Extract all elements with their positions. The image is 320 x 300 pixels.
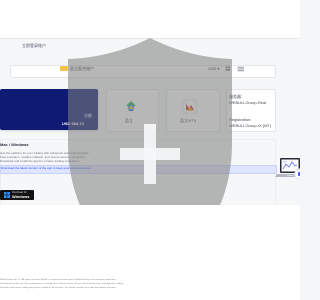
laptop-illustration-icon (275, 158, 300, 180)
account-badge-icon (60, 66, 68, 71)
balance-value: USD 984.74 (62, 121, 84, 126)
footer-line-2: Investments involve risk. Past performan… (0, 283, 124, 285)
server-line-4: WEBULLGroup-IX (MT) (229, 123, 272, 128)
download-description-3: Download and install the app for a bette… (0, 159, 81, 163)
footer-line-3: Securities and futures trading may not b… (0, 287, 117, 289)
server-line-3: Registration: (229, 117, 252, 122)
list-view-icon[interactable] (237, 66, 245, 72)
currency-select[interactable]: USD ▾ (208, 66, 220, 71)
download-section-title: Mac / Windows (0, 142, 29, 147)
account-path-label[interactable]: 盈立复合账户 (70, 66, 94, 72)
footer (0, 205, 300, 300)
webull-app-icon[interactable] (123, 99, 139, 115)
mt5-app-icon[interactable] (182, 99, 198, 115)
app-page: 立即登录账户 盈立复合账户 USD ▾ 总额 USD 984.74 盈立 盈立M… (0, 0, 300, 300)
download-notice-link[interactable]: Download the latest version of the app t… (1, 166, 91, 170)
balance-label: 总额 (84, 113, 92, 118)
server-line-2: WEBULLGroup-Real (229, 100, 267, 105)
windows-icon (4, 192, 10, 198)
app-caption-2: 盈立MT5 (180, 118, 196, 123)
grid-view-icon[interactable] (225, 66, 233, 72)
app-caption-1: 盈立 (125, 118, 133, 123)
windows-download-label: Windows (12, 194, 30, 199)
footer-line-1: Webull Financial LLC. All rights reserve… (0, 279, 117, 281)
top-header (0, 0, 300, 39)
header-link[interactable]: 立即登录账户 (22, 43, 46, 49)
